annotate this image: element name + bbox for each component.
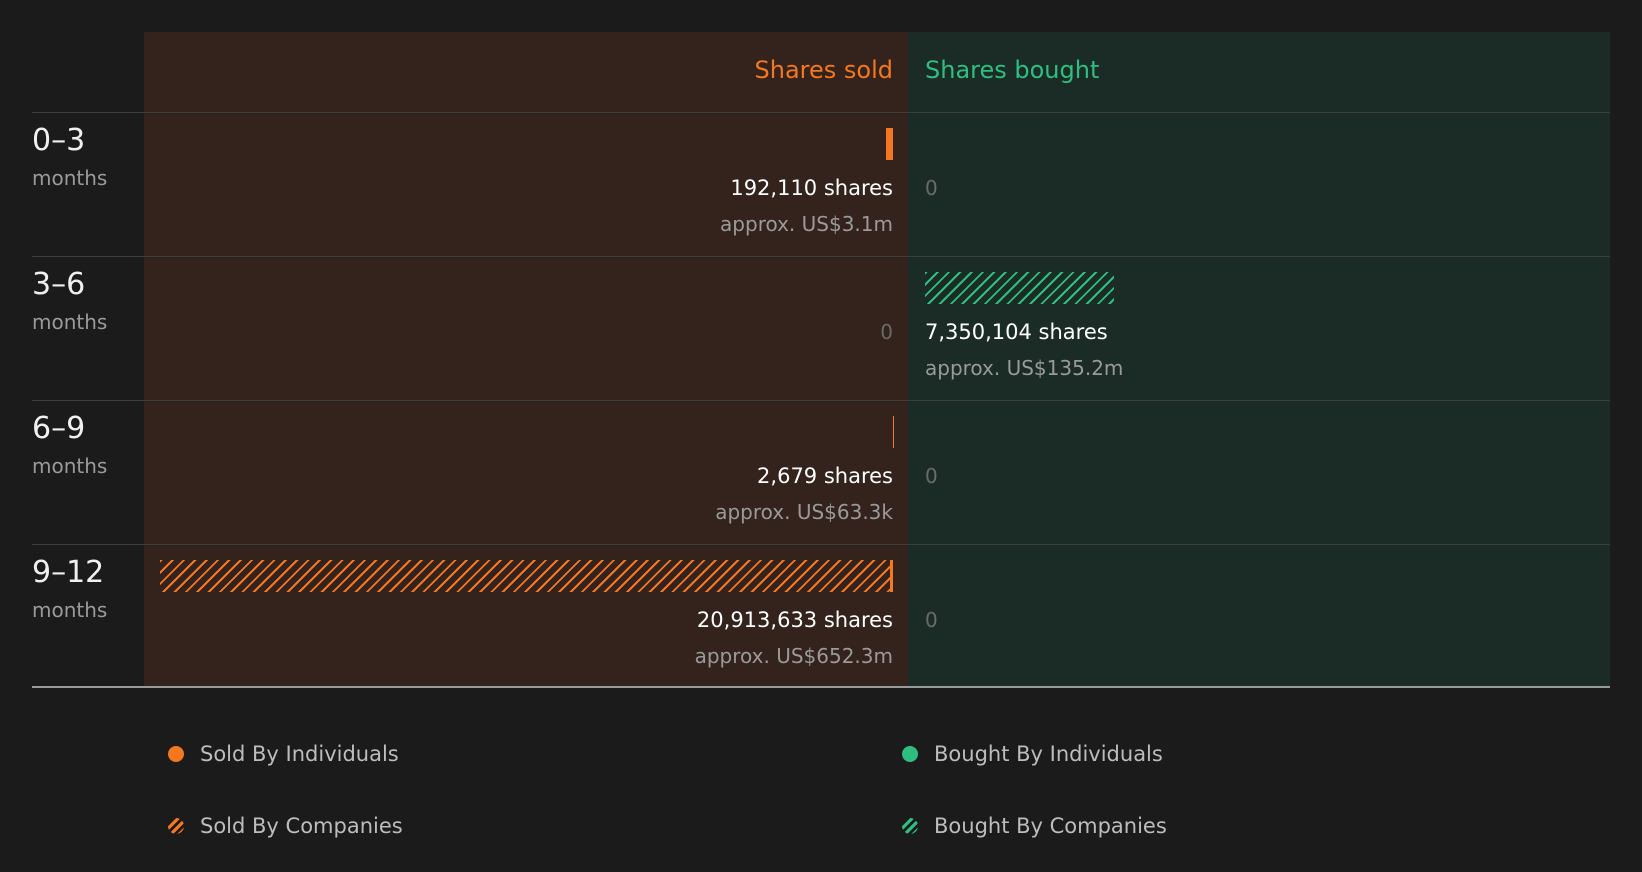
orange-hatched-dot-icon <box>168 818 184 834</box>
baseline-axis <box>32 686 1610 688</box>
period-label-3-6: 3–6 months <box>32 266 142 336</box>
shares-sold-header: Shares sold <box>754 56 893 84</box>
bought-zero-0-3: 0 <box>925 176 938 200</box>
row-divider <box>32 544 1610 545</box>
bought-zero-6-9: 0 <box>925 464 938 488</box>
sold-shares-9-12: 20,913,633 shares <box>696 608 893 632</box>
period-label-9-12: 9–12 months <box>32 554 142 624</box>
legend-label: Bought By Individuals <box>934 742 1163 766</box>
legend-sold-companies: Sold By Companies <box>168 814 403 838</box>
row-divider <box>32 400 1610 401</box>
bar-sold-individuals-0-3 <box>886 128 893 160</box>
sold-shares-6-9: 2,679 shares <box>757 464 893 488</box>
sold-value-0-3: approx. US$3.1m <box>720 212 893 236</box>
shares-bought-header: Shares bought <box>925 56 1100 84</box>
period-unit: months <box>32 166 108 190</box>
sold-shares-0-3: 192,110 shares <box>730 176 893 200</box>
green-dot-icon <box>902 746 918 762</box>
period-range: 3–6 <box>32 267 86 302</box>
legend-bought-individuals: Bought By Individuals <box>902 742 1163 766</box>
bought-zero-9-12: 0 <box>925 608 938 632</box>
legend-label: Sold By Individuals <box>200 742 399 766</box>
bar-sold-companies-9-12 <box>160 560 893 592</box>
sold-value-9-12: approx. US$652.3m <box>694 644 893 668</box>
period-range: 0–3 <box>32 123 86 158</box>
sold-value-6-9: approx. US$63.3k <box>715 500 893 524</box>
legend-bought-companies: Bought By Companies <box>902 814 1167 838</box>
period-unit: months <box>32 454 108 478</box>
bar-bought-companies-3-6 <box>925 272 1115 304</box>
period-range: 6–9 <box>32 411 86 446</box>
sold-zero-3-6: 0 <box>880 320 893 344</box>
period-unit: months <box>32 310 108 334</box>
green-hatched-dot-icon <box>902 818 918 834</box>
period-unit: months <box>32 598 108 622</box>
period-label-6-9: 6–9 months <box>32 410 142 480</box>
period-range: 9–12 <box>32 555 105 590</box>
legend-sold-individuals: Sold By Individuals <box>168 742 399 766</box>
bought-shares-3-6: 7,350,104 shares <box>925 320 1108 344</box>
legend-label: Sold By Companies <box>200 814 403 838</box>
period-label-0-3: 0–3 months <box>32 122 142 192</box>
bought-value-3-6: approx. US$135.2m <box>925 356 1124 380</box>
row-divider <box>32 112 1610 113</box>
orange-dot-icon <box>168 746 184 762</box>
row-divider <box>32 256 1610 257</box>
legend-label: Bought By Companies <box>934 814 1167 838</box>
